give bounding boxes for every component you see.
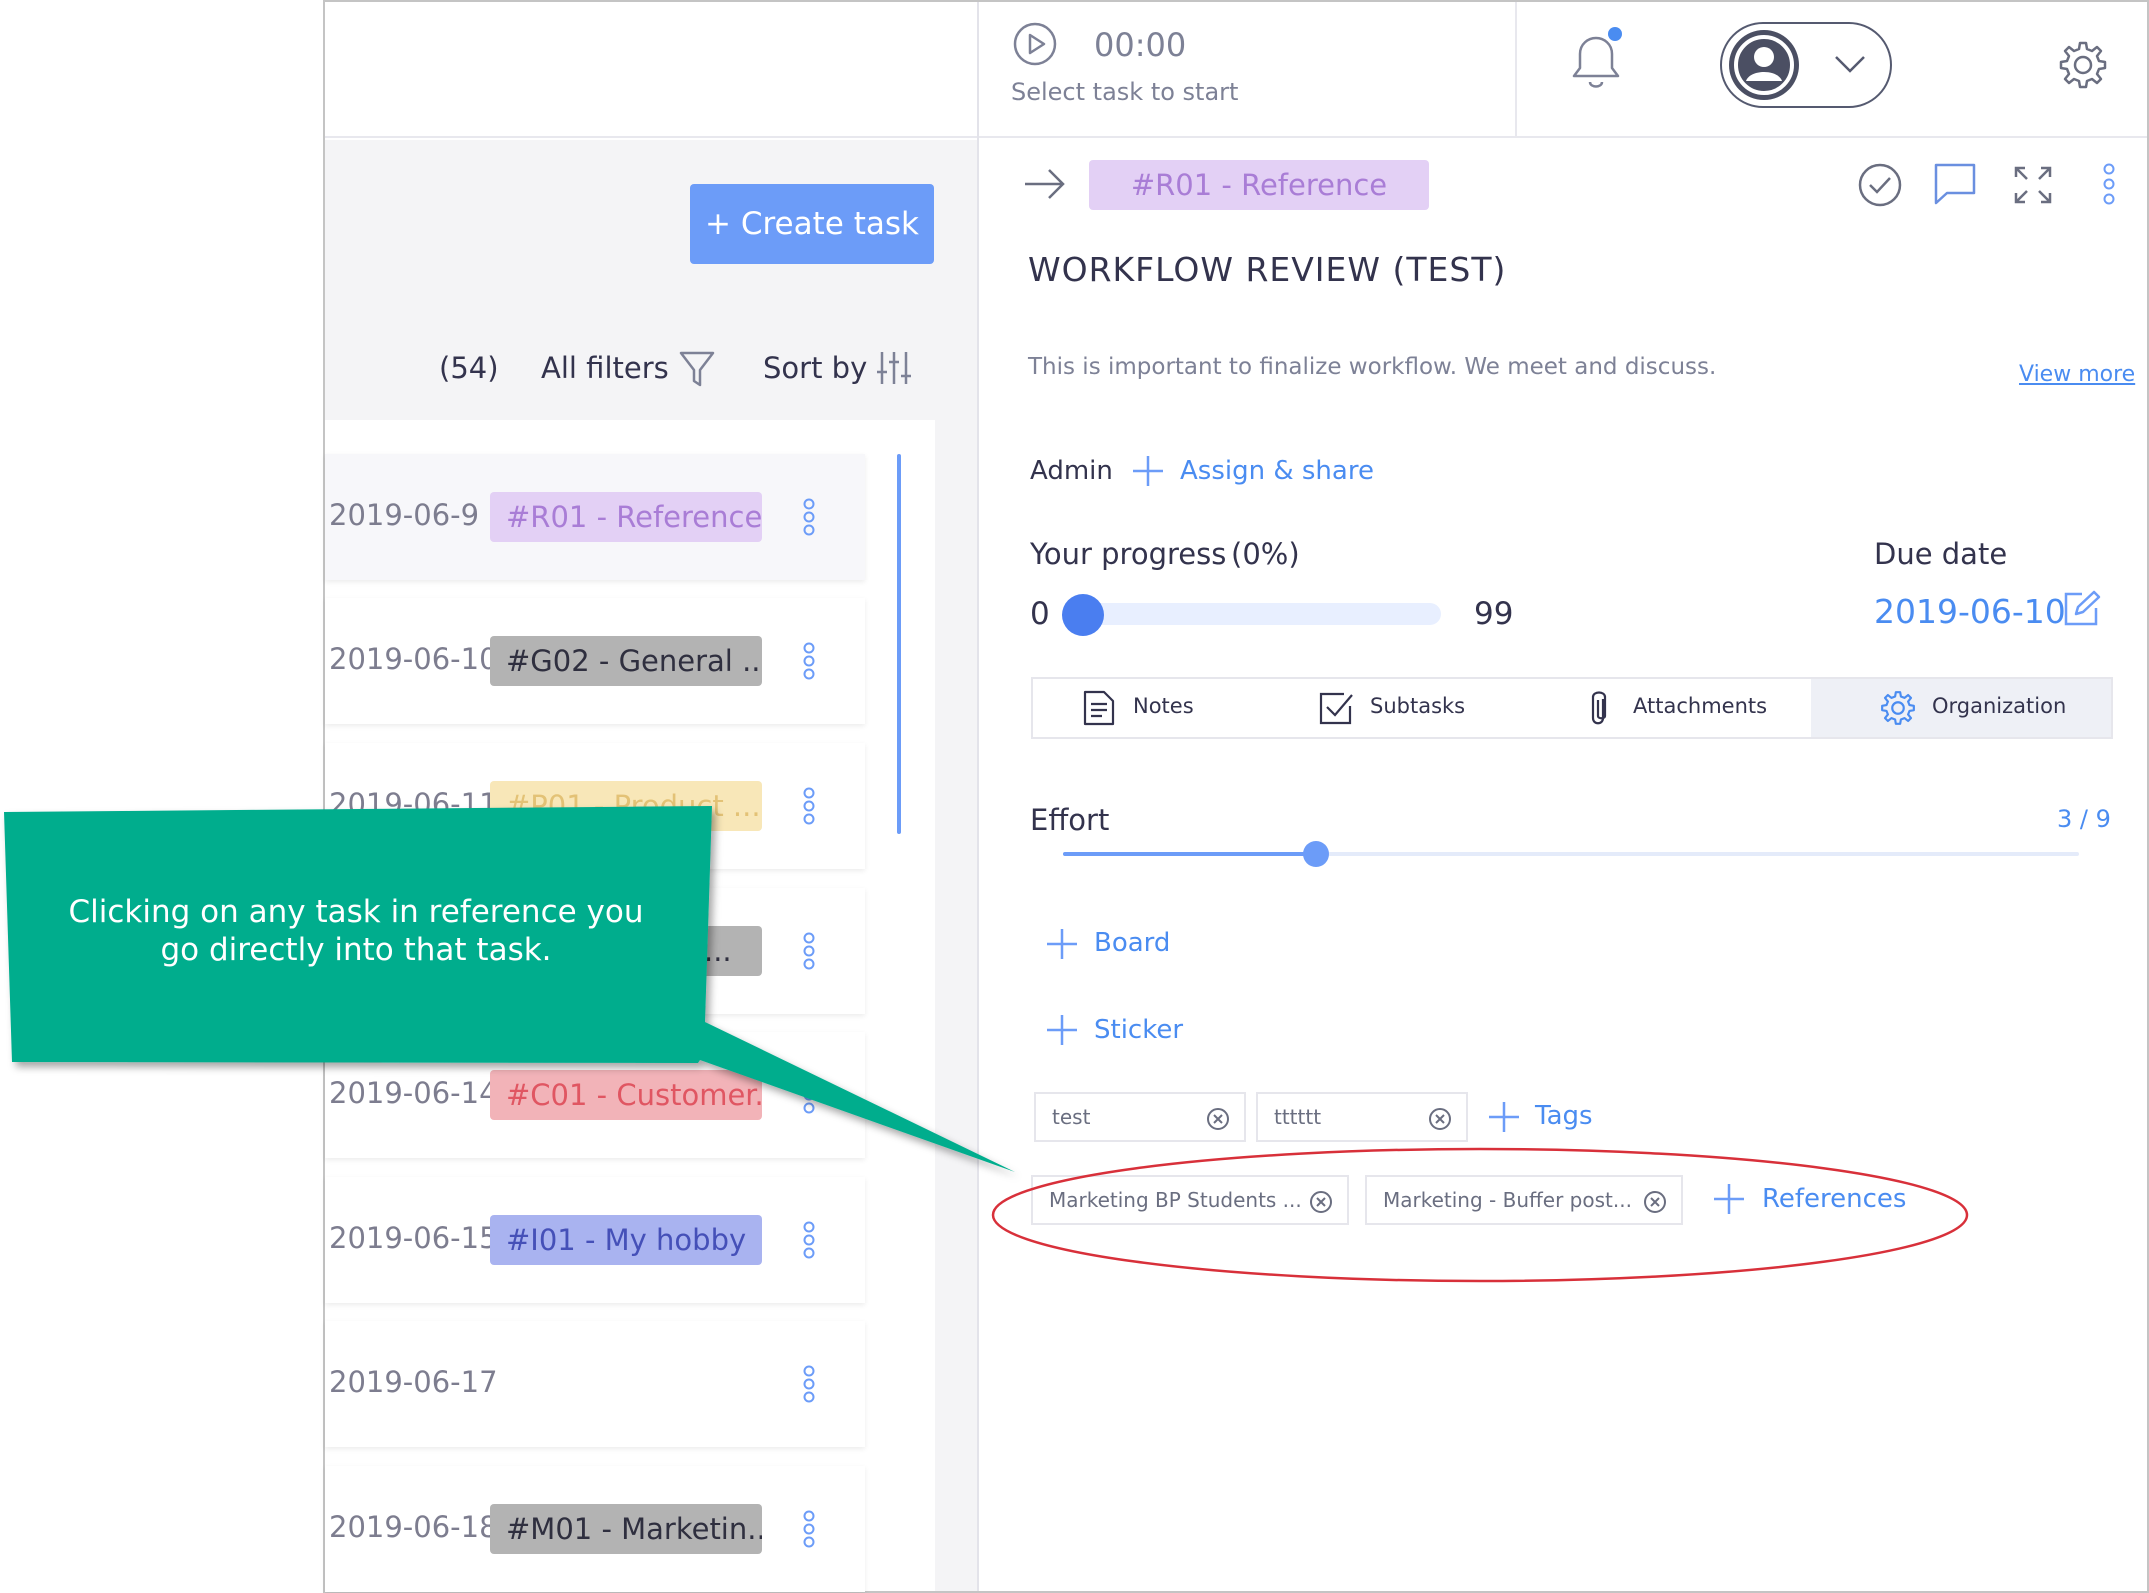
chevron-down-icon bbox=[1834, 54, 1866, 74]
task-row[interactable]: 2019-06-9 #R01 - Reference bbox=[325, 454, 865, 580]
task-row[interactable]: 2019-06-17 bbox=[325, 1321, 865, 1447]
avatar bbox=[1728, 29, 1800, 101]
view-more-link[interactable]: View more bbox=[2019, 362, 2135, 387]
progress-max: 99 bbox=[1474, 596, 1514, 632]
remove-icon[interactable] bbox=[1428, 1107, 1452, 1131]
more-vertical-icon[interactable] bbox=[802, 642, 816, 680]
more-vertical-icon[interactable] bbox=[2102, 162, 2116, 206]
progress-slider-track[interactable] bbox=[1083, 603, 1441, 625]
remove-icon[interactable] bbox=[1206, 1107, 1230, 1131]
task-reference-tag[interactable]: #R01 - Reference bbox=[490, 492, 762, 542]
more-vertical-icon[interactable] bbox=[802, 1510, 816, 1548]
task-reference-tag[interactable]: #G02 - General ... bbox=[490, 636, 762, 686]
reference-badge[interactable]: #R01 - Reference bbox=[1089, 160, 1429, 210]
progress-slider-handle[interactable] bbox=[1062, 594, 1104, 636]
task-date: 2019-06-10 bbox=[329, 642, 498, 676]
task-description: This is important to finalize workflow. … bbox=[1028, 354, 1717, 380]
timer-hint: Select task to start bbox=[1011, 78, 1239, 106]
effort-slider-handle[interactable] bbox=[1303, 841, 1329, 867]
add-sticker-button[interactable]: Sticker bbox=[1094, 1015, 1183, 1045]
sort-sliders-icon[interactable] bbox=[877, 350, 911, 386]
top-bar bbox=[977, 2, 2147, 138]
organization-gear-icon bbox=[1880, 690, 1916, 726]
callout-line-2: go directly into that task. bbox=[160, 932, 552, 968]
tab-subtasks[interactable]: Subtasks bbox=[1370, 694, 1465, 718]
play-icon[interactable] bbox=[1013, 22, 1057, 66]
task-row[interactable]: 2019-06-10 #G02 - General ... bbox=[325, 598, 865, 724]
task-row[interactable]: 2019-06-15 #I01 - My hobby bbox=[325, 1177, 865, 1303]
create-task-button[interactable]: + Create task bbox=[690, 184, 934, 264]
task-date: 2019-06-15 bbox=[329, 1221, 498, 1255]
task-reference-tag[interactable]: #M01 - Marketin... bbox=[490, 1504, 762, 1554]
plus-icon[interactable] bbox=[1487, 1100, 1521, 1134]
comment-icon[interactable] bbox=[1933, 162, 1977, 206]
task-date: 2019-06-17 bbox=[329, 1365, 498, 1399]
edit-icon[interactable] bbox=[2062, 590, 2101, 628]
task-title: WORKFLOW REVIEW (TEST) bbox=[1028, 250, 1507, 289]
sort-by-button[interactable]: Sort by bbox=[763, 351, 867, 385]
expand-icon[interactable] bbox=[2013, 165, 2053, 205]
tab-attachments[interactable]: Attachments bbox=[1633, 694, 1767, 718]
pane-divider bbox=[977, 2, 979, 1591]
callout-text: Clicking on any task in reference you go… bbox=[30, 893, 682, 969]
add-board-button[interactable]: Board bbox=[1094, 928, 1170, 958]
subtasks-icon bbox=[1318, 690, 1354, 726]
notes-icon bbox=[1082, 690, 1116, 726]
tag-chip[interactable]: test bbox=[1034, 1092, 1246, 1142]
more-vertical-icon[interactable] bbox=[802, 1221, 816, 1259]
task-date: 2019-06-9 bbox=[329, 498, 480, 532]
task-date: 2019-06-18 bbox=[329, 1510, 498, 1544]
list-header-blank bbox=[325, 2, 977, 138]
task-reference-tag[interactable]: #I01 - My hobby bbox=[490, 1215, 762, 1265]
more-vertical-icon[interactable] bbox=[802, 498, 816, 536]
effort-value: 3 / 9 bbox=[2057, 805, 2111, 833]
highlight-ellipse bbox=[991, 1147, 1969, 1283]
effort-label: Effort bbox=[1030, 803, 1110, 837]
settings-gear-icon[interactable] bbox=[2058, 40, 2108, 90]
callout-line-1: Clicking on any task in reference you bbox=[68, 894, 644, 930]
tab-organization[interactable]: Organization bbox=[1932, 694, 2066, 718]
tag-label: tttttt bbox=[1274, 1105, 1322, 1129]
all-filters-button[interactable]: All filters bbox=[541, 351, 669, 385]
annotation-callout bbox=[4, 806, 1015, 1172]
plus-icon[interactable] bbox=[1131, 454, 1165, 488]
due-date-label: Due date bbox=[1874, 537, 2008, 571]
check-circle-icon[interactable] bbox=[1858, 163, 1902, 207]
assignee-name: Admin bbox=[1030, 456, 1113, 486]
notification-bell-icon[interactable] bbox=[1566, 27, 1626, 94]
task-row[interactable]: 2019-06-18 #M01 - Marketin... bbox=[325, 1466, 865, 1592]
list-scrollbar[interactable] bbox=[897, 454, 901, 834]
assign-share-button[interactable]: Assign & share bbox=[1180, 456, 1374, 486]
arrow-right-icon[interactable] bbox=[1023, 166, 1067, 202]
attachment-icon bbox=[1586, 690, 1610, 728]
filter-icon[interactable] bbox=[679, 350, 715, 388]
tab-notes[interactable]: Notes bbox=[1133, 694, 1194, 718]
plus-icon[interactable] bbox=[1045, 1013, 1079, 1047]
due-date-value[interactable]: 2019-06-10 bbox=[1874, 592, 2066, 631]
task-count: (54) bbox=[439, 351, 499, 385]
tag-chip[interactable]: tttttt bbox=[1256, 1092, 1468, 1142]
tag-label: test bbox=[1052, 1105, 1091, 1129]
more-vertical-icon[interactable] bbox=[802, 1365, 816, 1403]
progress-label: Your progress bbox=[1030, 537, 1227, 571]
progress-min: 0 bbox=[1030, 596, 1050, 632]
timer-display: 00:00 bbox=[1094, 26, 1187, 64]
header-separator bbox=[1515, 2, 1517, 138]
plus-icon[interactable] bbox=[1045, 927, 1079, 961]
effort-slider-fill bbox=[1063, 852, 1318, 856]
user-menu[interactable] bbox=[1720, 22, 1892, 108]
add-tags-button[interactable]: Tags bbox=[1535, 1101, 1593, 1131]
progress-percent: (0%) bbox=[1231, 537, 1300, 571]
